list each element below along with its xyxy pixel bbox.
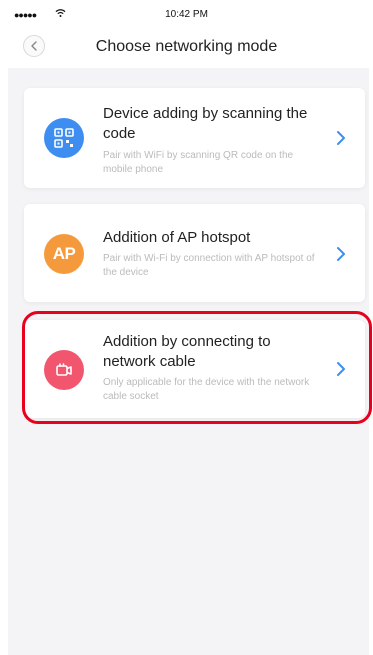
nav-bar: Choose networking mode (0, 28, 373, 68)
chevron-right-icon (337, 362, 345, 376)
content-area: Device adding by scanning the code Pair … (8, 68, 369, 655)
status-bar: ●●●●● 10:42 PM (0, 0, 373, 28)
option-title: Device adding by scanning the code (103, 105, 308, 142)
option-subtitle: Pair with WiFi by scanning QR code on th… (103, 150, 294, 175)
ap-icon-label: AP (52, 244, 76, 263)
option-network-cable[interactable]: Addition by connecting to network cable … (24, 320, 365, 418)
option-ap-hotspot[interactable]: AP Addition of AP hotspot Pair with Wi-F… (24, 204, 365, 302)
chevron-right-icon (337, 247, 345, 261)
qr-code-icon (44, 118, 84, 158)
page-title: Choose networking mode (95, 38, 278, 55)
option-title: Addition of AP hotspot (103, 229, 251, 246)
option-scan-code[interactable]: Device adding by scanning the code Pair … (24, 88, 365, 188)
option-subtitle: Pair with Wi-Fi by connection with AP ho… (103, 253, 315, 278)
chevron-right-icon (337, 131, 345, 145)
network-cable-icon (44, 350, 84, 390)
status-time: 10:42 PM (165, 9, 208, 20)
option-subtitle: Only applicable for the device with the … (103, 377, 310, 402)
ap-hotspot-icon: AP (44, 234, 84, 274)
option-title: Addition by connecting to network cable (103, 333, 271, 370)
